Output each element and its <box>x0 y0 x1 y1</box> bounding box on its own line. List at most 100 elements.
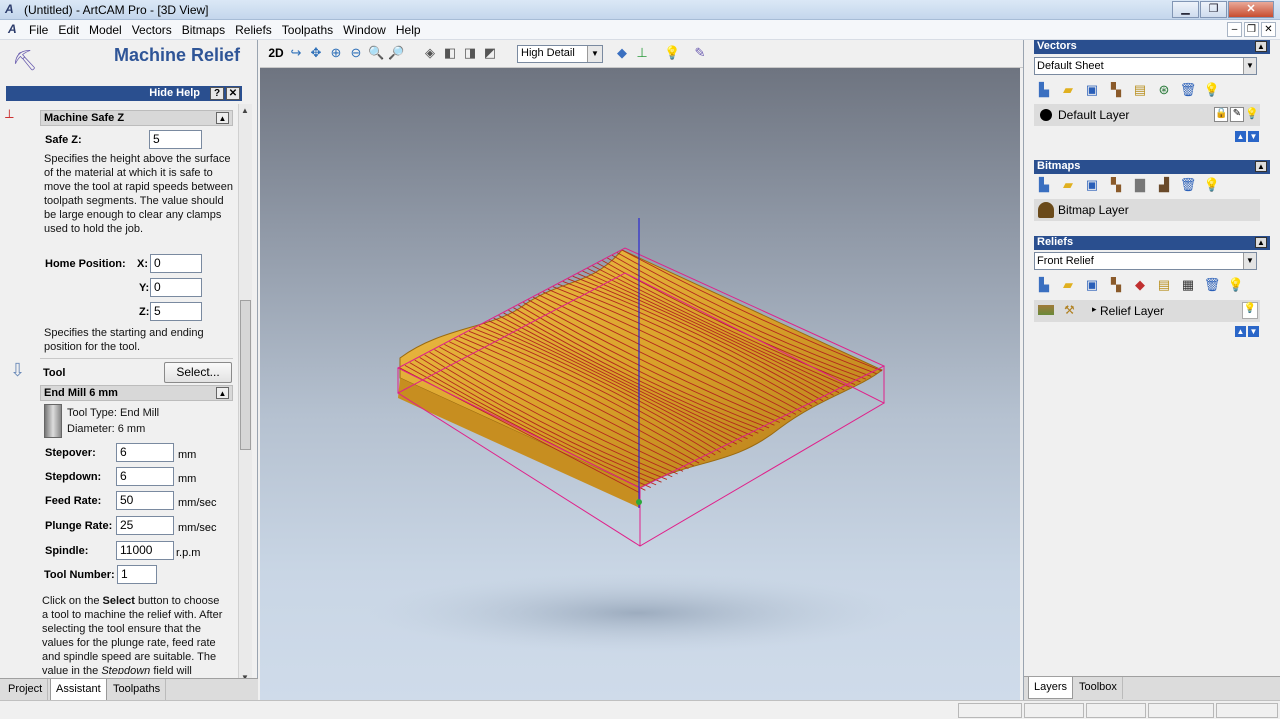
top-view-icon[interactable]: ◩ <box>482 45 498 61</box>
expand-icon[interactable]: ▸ <box>1092 304 1097 315</box>
collapse-icon[interactable]: ▲ <box>1255 41 1267 52</box>
open-bitmap-icon[interactable]: ▰ <box>1058 177 1078 195</box>
move-down-icon[interactable]: ▼ <box>1248 131 1259 142</box>
visibility-icon[interactable]: 💡 <box>1202 82 1222 100</box>
delete-bitmap-icon[interactable]: 🗑 <box>1178 177 1198 195</box>
mdi-close-button[interactable]: ✕ <box>1261 22 1276 37</box>
stepover-input[interactable]: 6 <box>116 443 174 462</box>
detail-level-select[interactable]: High Detail ▼ <box>517 45 603 63</box>
merge-layer-icon[interactable]: ⊛ <box>1154 82 1174 100</box>
select-tool-button[interactable]: Select... <box>164 362 232 383</box>
menu-model[interactable]: Model <box>89 23 122 37</box>
feed-rate-input[interactable]: 50 <box>116 491 174 510</box>
close-button[interactable]: ✕ <box>1228 1 1274 18</box>
safe-z-input[interactable]: 5 <box>149 130 202 149</box>
scroll-thumb[interactable] <box>240 300 251 450</box>
collapse-icon[interactable]: ▲ <box>1255 237 1267 248</box>
menu-reliefs[interactable]: Reliefs <box>235 23 272 37</box>
chevron-down-icon[interactable]: ▼ <box>1243 253 1256 269</box>
relief-visibility-icon[interactable]: 💡 <box>1226 277 1246 295</box>
save-bitmap-icon[interactable]: ▣ <box>1082 177 1102 195</box>
zoom-all-icon[interactable]: 🔎 <box>388 45 404 61</box>
toggle-relief-icon[interactable]: ◆ <box>614 45 630 61</box>
copy-relief-icon[interactable]: ▚ <box>1106 277 1126 295</box>
artcam-app-icon[interactable]: A <box>5 2 14 16</box>
combine-relief-icon[interactable]: ◆ <box>1130 277 1150 295</box>
minimize-button[interactable]: ▁ <box>1172 1 1199 18</box>
bitmap-visibility-icon[interactable]: 💡 <box>1202 177 1222 195</box>
new-relief-icon[interactable]: ▙ <box>1034 277 1054 295</box>
menu-file[interactable]: File <box>29 23 48 37</box>
bitmap-layer-row[interactable]: Bitmap Layer <box>1034 199 1260 221</box>
save-layer-icon[interactable]: ▣ <box>1082 82 1102 100</box>
front-view-icon[interactable]: ◧ <box>442 45 458 61</box>
layer-visibility-icon[interactable]: 💡 <box>1245 107 1259 120</box>
zoom-window-icon[interactable]: 🔍 <box>368 45 384 61</box>
mdi-restore-button[interactable]: ❐ <box>1244 22 1259 37</box>
chevron-down-icon[interactable]: ▼ <box>1243 58 1256 74</box>
new-bitmap-icon[interactable]: ▙ <box>1034 177 1054 195</box>
menu-bitmaps[interactable]: Bitmaps <box>182 23 225 37</box>
3d-view[interactable] <box>260 68 1020 700</box>
document-icon[interactable]: A <box>8 22 17 36</box>
view-2d-button[interactable]: 2D <box>266 45 286 61</box>
iso-view-icon[interactable]: ◈ <box>422 45 438 61</box>
tab-layers[interactable]: Layers <box>1028 677 1074 699</box>
menu-toolpaths[interactable]: Toolpaths <box>282 23 333 37</box>
stepdown-input[interactable]: 6 <box>116 467 174 486</box>
edit-layer-icon[interactable]: ✎ <box>1230 107 1244 122</box>
save-relief-icon[interactable]: ▣ <box>1082 277 1102 295</box>
hide-help-button[interactable]: Hide Help <box>149 87 200 99</box>
tab-project[interactable]: Project <box>3 679 49 701</box>
relief-grid-icon[interactable]: ▦ <box>1178 277 1198 295</box>
home-y-input[interactable]: 0 <box>150 278 202 297</box>
relief-sheet-select[interactable]: Front Relief ▼ <box>1034 252 1257 270</box>
default-layer-row[interactable]: Default Layer 🔒 ✎ 💡 <box>1034 104 1260 126</box>
bitmap-image-icon[interactable]: ▟ <box>1154 177 1174 195</box>
move-up-icon[interactable]: ▲ <box>1235 326 1246 337</box>
relief-paste-icon[interactable]: ▤ <box>1154 277 1174 295</box>
copy-bitmap-icon[interactable]: ▚ <box>1106 177 1126 195</box>
move-down-icon[interactable]: ▼ <box>1248 326 1259 337</box>
pan-icon[interactable]: ✥ <box>308 45 324 61</box>
open-layer-icon[interactable]: ▰ <box>1058 82 1078 100</box>
menu-edit[interactable]: Edit <box>58 23 79 37</box>
safe-z-section[interactable]: Machine Safe Z ▲ <box>40 110 233 126</box>
scroll-up-icon[interactable]: ▲ <box>241 106 249 115</box>
menu-help[interactable]: Help <box>396 23 421 37</box>
mdi-minimize-button[interactable]: – <box>1227 22 1242 37</box>
tool-section[interactable]: End Mill 6 mm ▲ <box>40 385 233 401</box>
rotate-icon[interactable]: ↪ <box>288 45 304 61</box>
menu-vectors[interactable]: Vectors <box>132 23 172 37</box>
tab-assistant[interactable]: Assistant <box>50 679 107 701</box>
menu-window[interactable]: Window <box>343 23 386 37</box>
help-question-icon[interactable]: ? <box>210 87 224 100</box>
vector-sheet-select[interactable]: Default Sheet ▼ <box>1034 57 1257 75</box>
open-relief-icon[interactable]: ▰ <box>1058 277 1078 295</box>
render-icon[interactable]: ✎ <box>692 45 708 61</box>
delete-relief-icon[interactable]: 🗑 <box>1202 277 1222 295</box>
axes-icon[interactable]: ⊥ <box>634 45 650 61</box>
chevron-down-icon[interactable]: ▼ <box>587 46 602 62</box>
collapse-icon[interactable]: ▲ <box>1255 161 1267 172</box>
copy-layer-icon[interactable]: ▚ <box>1106 82 1126 100</box>
delete-layer-icon[interactable]: 🗑 <box>1178 82 1198 100</box>
collapse-icon[interactable]: ▲ <box>216 112 229 124</box>
move-up-icon[interactable]: ▲ <box>1235 131 1246 142</box>
paste-layer-icon[interactable]: ▤ <box>1130 82 1150 100</box>
relief-layer-visibility-icon[interactable]: 💡 <box>1242 302 1258 319</box>
new-layer-icon[interactable]: ▙ <box>1034 82 1054 100</box>
spindle-input[interactable]: 11000 <box>116 541 174 560</box>
help-close-icon[interactable]: ✕ <box>226 87 240 100</box>
relief-layer-row[interactable]: ⚒ ▸ Relief Layer 💡 <box>1034 300 1260 322</box>
plunge-rate-input[interactable]: 25 <box>116 516 174 535</box>
tab-toolpaths[interactable]: Toolpaths <box>108 679 167 701</box>
zoom-in-icon[interactable]: ⊕ <box>328 45 344 61</box>
side-view-icon[interactable]: ◨ <box>462 45 478 61</box>
zoom-out-icon[interactable]: ⊖ <box>348 45 364 61</box>
panel-scrollbar[interactable]: ▲ ▼ <box>238 104 252 684</box>
home-z-input[interactable]: 5 <box>150 302 202 321</box>
light-bulb-icon[interactable]: 💡 <box>664 45 680 61</box>
grayscale-icon[interactable]: ▇ <box>1130 177 1150 195</box>
tab-toolbox[interactable]: Toolbox <box>1074 677 1123 699</box>
